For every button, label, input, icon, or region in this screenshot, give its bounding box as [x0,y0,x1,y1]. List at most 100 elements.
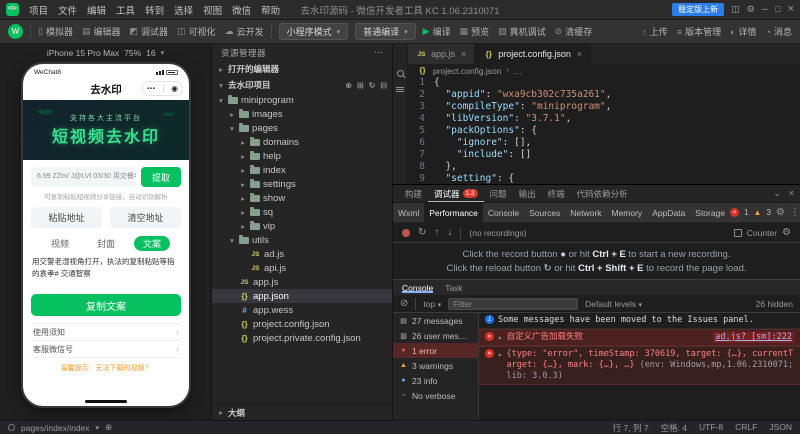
tree-item[interactable]: {}project.config.json [212,317,392,331]
compile-mode-select[interactable]: 普通编译 ▾ [355,23,416,40]
add-compile-condition-icon[interactable]: ⊕ [105,422,112,433]
project-section[interactable]: ▾ 去水印项目 ⊕ ⊞ ↻ ⊟ [212,77,392,93]
search-icon[interactable] [397,70,404,77]
chevron-down-icon[interactable]: ▾ [96,424,100,432]
tree-item[interactable]: ▾miniprogram [212,93,392,107]
new-file-icon[interactable]: ⊕ [345,81,352,90]
menu-item[interactable]: 微信 [227,3,256,17]
reload-icon[interactable]: ↻ [418,227,426,238]
menu-item[interactable]: 帮助 [256,3,285,17]
console-filter-input[interactable] [448,298,578,310]
expand-arrow-icon[interactable]: ▸ [498,332,503,343]
list-item[interactable]: 客服微信号› [31,341,181,358]
menu-item[interactable]: 工具 [111,3,140,17]
status-item[interactable]: 行 7, 列 7 [613,422,649,434]
toolbar-action-button[interactable]: ▦预览 [460,25,490,38]
gear-icon[interactable]: ⚙ [782,227,791,238]
extract-button[interactable]: 提取 [141,167,181,187]
editor-tab[interactable]: JSapp.js× [408,44,475,64]
new-folder-icon[interactable]: ⊞ [357,81,364,90]
collapse-icon[interactable]: ⊟ [380,81,387,90]
kebab-icon[interactable]: ⋮ [790,207,800,218]
capsule-menu[interactable]: ⋯ ◉ [142,81,183,96]
toolbar-action-button[interactable]: ⊘清缓存 [555,25,593,38]
tree-item[interactable]: ▸show [212,191,392,205]
devtools-tab[interactable]: AppData [647,203,690,222]
menu-item[interactable]: 编辑 [82,3,111,17]
devtools-tab[interactable]: Wxml [393,203,424,222]
devtools-tab[interactable]: Network [565,203,606,222]
menu-item[interactable]: 文件 [53,3,82,17]
toolbar-toggle-button[interactable]: ☁云开发 [225,25,264,38]
refresh-icon[interactable]: ↻ [369,81,376,90]
maximize-button[interactable]: □ [775,5,780,14]
toolbar-action-button[interactable]: ▶编译 [423,25,451,38]
more-icon[interactable]: ⋯ [147,84,155,93]
device-selector[interactable]: iPhone 15 Pro Max 75% 16 ▾ [0,44,211,62]
tree-item[interactable]: ▾pages [212,121,392,135]
counter-toggle[interactable]: Counter ⚙ [734,227,791,238]
toolbar-toggle-button[interactable]: ◫可视化 [177,25,216,38]
phone-tab[interactable]: 文案 [134,236,170,251]
tree-item[interactable]: ▸domains [212,135,392,149]
toolbar-toggle-button[interactable]: ▯模拟器 [38,25,73,38]
panel-tab[interactable]: 构建 [399,185,428,202]
toolbar-right-button[interactable]: ≡版本管理 [677,25,721,38]
breadcrumb-item[interactable]: project.config.json [433,66,502,76]
copy-caption-button[interactable]: 复制文案 [31,294,181,316]
context-selector[interactable]: top ▾ [423,299,441,309]
toolbar-right-button[interactable]: ↑上传 [642,25,668,38]
clear-console-icon[interactable]: ⊘ [400,298,408,309]
panel-tab[interactable]: 输出 [513,185,542,202]
minimize-button[interactable]: ─ [762,5,768,14]
open-editors-section[interactable]: ▸ 打开的编辑器 [212,61,392,77]
menu-item[interactable]: 转到 [140,3,169,17]
exit-icon[interactable]: ◉ [171,84,178,93]
editor-tab[interactable]: {}project.config.json× [475,44,591,64]
menu-item[interactable]: 视图 [198,3,227,17]
console-message[interactable]: iSome messages have been moved to the Is… [479,313,800,329]
devtools-tab[interactable]: Memory [606,203,647,222]
status-item[interactable]: UTF-8 [699,422,723,434]
tree-item[interactable]: JSad.js [212,247,392,261]
devtools-tab[interactable]: Storage [690,203,730,222]
load-profile-icon[interactable]: ↑ [434,227,439,238]
console-filter-item[interactable]: ▤27 messages [393,313,478,328]
message-source-link[interactable]: ad.js? [sm]:222 [713,332,794,343]
breadcrumb-item[interactable]: … [514,66,523,76]
hidden-count[interactable]: 26 hidden [756,299,793,309]
tree-item[interactable]: {}app.json [212,289,392,303]
breadcrumb[interactable]: {}project.config.json›… [408,64,800,77]
save-profile-icon[interactable]: ↓ [447,227,452,238]
footer-link[interactable]: 温馨提示：无法下载的视频？ [23,363,189,373]
paste-address-button[interactable]: 粘贴地址 [31,207,102,228]
outline-section[interactable]: ▸ 大纲 [212,404,392,420]
tree-item[interactable]: ▸sq [212,205,392,219]
outline-icon[interactable] [396,87,404,92]
console-filter-item[interactable]: ●1 error [393,343,478,358]
console-message[interactable]: ×▸自定义广告加载失败ad.js? [sm]:222 [479,329,800,346]
promo-badge[interactable]: 稳定版上新 [672,3,724,16]
expand-arrow-icon[interactable]: ▸ [498,349,503,360]
tree-item[interactable]: ▸settings [212,177,392,191]
panel-tab[interactable]: 终端 [542,185,571,202]
phone-tab[interactable]: 封面 [88,236,124,251]
log-levels-selector[interactable]: Default levels ▾ [585,299,642,309]
close-icon[interactable]: × [461,49,466,59]
tree-item[interactable]: ▸index [212,163,392,177]
toolbar-toggle-button[interactable]: ▤编辑器 [82,25,121,38]
panel-tab[interactable]: 代码依赖分析 [571,185,634,202]
avatar[interactable]: W [8,24,23,39]
tree-item[interactable]: ▸help [212,149,392,163]
tree-item[interactable]: JSapi.js [212,261,392,275]
drawer-tab[interactable]: Task [445,283,462,293]
devtools-tab[interactable]: Performance [424,203,483,222]
settings-icon[interactable]: ⚙ [747,5,755,14]
toolbar-toggle-button[interactable]: ◩调试器 [130,25,169,38]
panel-tab[interactable]: 问题 [484,185,513,202]
clear-address-button[interactable]: 清空地址 [110,207,181,228]
devtools-tab[interactable]: Sources [524,203,565,222]
console-filter-item[interactable]: ●23 info [393,373,478,388]
console-filter-item[interactable]: ▫No verbose [393,388,478,403]
drawer-tab[interactable]: Console [402,283,433,293]
